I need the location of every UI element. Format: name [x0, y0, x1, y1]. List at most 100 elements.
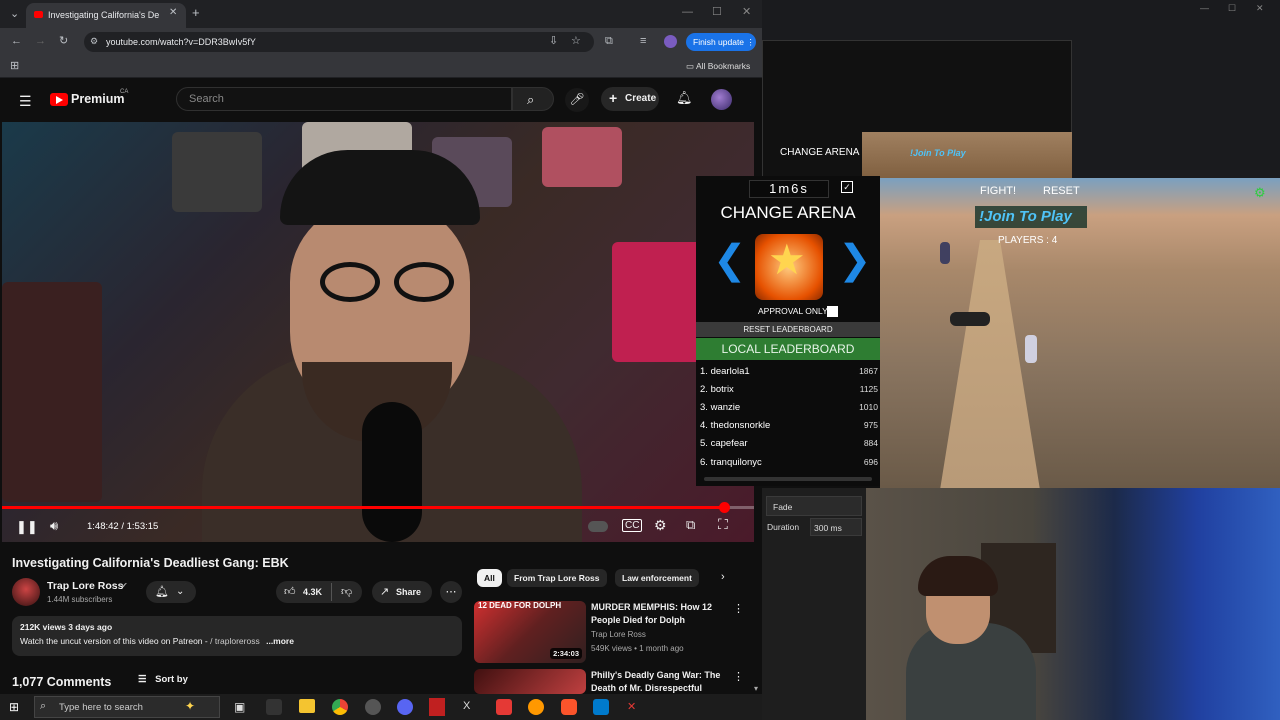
game-character [1025, 335, 1037, 363]
like-dislike-group[interactable]: 👍︎ 4.3K 👎︎ [276, 581, 362, 603]
reset-button[interactable]: RESET [1043, 185, 1080, 197]
youtube-premium-label[interactable]: Premium [71, 92, 125, 106]
fullscreen-icon[interactable]: ⛶ [718, 516, 728, 533]
autoplay-toggle[interactable] [588, 521, 608, 532]
voice-search-icon[interactable]: 🎤︎ [565, 88, 589, 112]
obs-close-icon[interactable]: ✕ [1256, 3, 1264, 14]
arrow-left-icon[interactable]: ❮ [713, 240, 747, 280]
vscode-icon[interactable] [593, 699, 609, 715]
kebab-menu-icon[interactable]: ⋮ [733, 602, 744, 615]
chevron-right-icon[interactable]: › [721, 571, 725, 583]
glasses-left [320, 262, 380, 302]
more-actions-icon[interactable]: ⋯ [440, 581, 462, 603]
windows-start-icon[interactable]: ⊞ [9, 700, 19, 714]
scroll-down-icon[interactable]: ▾ [754, 684, 758, 693]
install-icon[interactable]: ⇩ [549, 36, 558, 47]
miniplayer-icon[interactable]: ⧉ [686, 517, 695, 533]
leaderboard-row: 3. wanzie 1010 [700, 402, 878, 413]
obs-minimize-icon[interactable]: — [1200, 3, 1209, 13]
captions-icon[interactable]: CC [622, 519, 643, 532]
address-bar[interactable]: ⚙ youtube.com/watch?v=DDR3BwIv5fY [84, 32, 594, 52]
tab-search-icon[interactable]: ⌄ [10, 9, 19, 20]
channel-avatar[interactable] [12, 578, 40, 606]
minimize-icon[interactable]: — [682, 7, 693, 18]
recommendation-thumbnail[interactable]: 12 DEAD FOR DOLPH 2:34:03 [474, 601, 586, 663]
change-arena-title: CHANGE ARENA [720, 203, 856, 222]
blender-icon[interactable] [528, 699, 544, 715]
progress-scrubber[interactable] [718, 502, 730, 513]
site-info-icon[interactable]: ⚙ [90, 37, 98, 46]
finish-update-button[interactable]: Finish update ⋮ [686, 33, 756, 51]
app-icon[interactable] [496, 699, 512, 715]
create-button[interactable]: + Create [601, 87, 659, 111]
channel-name[interactable]: Trap Lore Ross [47, 580, 123, 592]
discord-icon[interactable] [397, 699, 413, 715]
share-button[interactable]: ↗ Share [372, 581, 432, 603]
app-icon[interactable]: ✕ [627, 700, 636, 713]
recommendation-thumbnail[interactable] [474, 669, 586, 694]
divider [331, 583, 332, 601]
chip-law-enforcement[interactable]: Law enforcement [615, 569, 699, 587]
search-button[interactable]: ⌕ [512, 87, 554, 111]
search-icon: ⌕ [527, 92, 535, 107]
duration-input[interactable]: 300 ms [810, 518, 862, 536]
hamburger-menu-icon[interactable]: ☰ [19, 93, 32, 110]
new-tab-icon[interactable]: + [192, 6, 200, 19]
all-bookmarks-button[interactable]: ▭ All Bookmarks [686, 61, 750, 72]
youtube-logo-icon[interactable] [50, 93, 68, 106]
forward-icon[interactable]: → [35, 36, 46, 47]
media-icon[interactable]: ≡ [640, 36, 646, 47]
recommendation-title[interactable]: MURDER MEMPHIS: How 12 People Died for D… [591, 601, 723, 627]
settings-gear-icon[interactable]: ⚙ [1254, 185, 1266, 201]
browser-tab[interactable]: Investigating California's De [26, 3, 186, 28]
window-close-icon[interactable]: ✕ [742, 7, 751, 18]
video-player[interactable] [2, 122, 754, 542]
notifications-bell-icon[interactable]: 🔔︎ [676, 90, 693, 106]
leaderboard-scrollbar[interactable] [704, 477, 872, 481]
bookmark-star-icon[interactable]: ☆ [571, 36, 581, 47]
approval-only-checkbox[interactable] [827, 306, 838, 317]
extensions-icon[interactable]: ⧉ [605, 36, 613, 47]
chrome-icon[interactable] [332, 699, 348, 715]
chip-all[interactable]: All [477, 569, 502, 587]
back-icon[interactable]: ← [11, 36, 22, 47]
arrow-right-icon[interactable]: ❯ [838, 240, 872, 280]
apps-grid-icon[interactable]: ⊞ [10, 61, 19, 72]
recommendation-channel[interactable]: Trap Lore Ross [591, 629, 646, 641]
kebab-menu-icon[interactable]: ⋮ [733, 670, 744, 683]
pause-icon[interactable]: ❚❚ [16, 519, 38, 535]
reload-icon[interactable]: ↻ [59, 36, 68, 47]
obs-maximize-icon[interactable]: ☐ [1228, 3, 1236, 14]
reset-leaderboard-button[interactable]: RESET LEADERBOARD [696, 322, 880, 337]
app-icon[interactable] [429, 698, 445, 716]
app-icon[interactable] [266, 699, 282, 715]
tab-close-icon[interactable]: ✕ [169, 8, 177, 18]
settings-gear-icon[interactable]: ⚙ [654, 517, 667, 534]
task-view-icon[interactable]: ▣ [234, 700, 245, 714]
sparkle-icon: ✦ [185, 699, 196, 713]
sort-by-button[interactable]: ☰ Sort by [138, 674, 188, 685]
volume-icon[interactable]: 🔊︎ [50, 518, 58, 534]
recommendation-title[interactable]: Philly's Deadly Gang War: The Death of M… [591, 669, 723, 695]
share-label: Share [396, 587, 422, 597]
thumbs-down-icon[interactable]: 👎︎ [341, 585, 352, 598]
bookmarks-bar [0, 56, 762, 78]
timer-checkbox[interactable]: ✓ [841, 181, 853, 193]
fight-button[interactable]: FIGHT! [980, 185, 1016, 197]
brave-icon[interactable] [561, 699, 577, 715]
account-avatar[interactable] [711, 89, 732, 110]
file-explorer-icon[interactable] [299, 699, 315, 713]
app-icon[interactable]: X [463, 700, 470, 712]
profile-icon[interactable] [664, 35, 677, 48]
youtube-favicon-icon [34, 11, 43, 18]
description-box[interactable]: 212K views 3 days ago Watch the uncut ve… [12, 616, 462, 656]
chip-from-channel[interactable]: From Trap Lore Ross [507, 569, 607, 587]
maximize-icon[interactable]: ☐ [712, 7, 722, 18]
patreon-link[interactable]: / traploreross [210, 636, 260, 646]
app-icon[interactable] [365, 699, 381, 715]
show-more-link[interactable]: ...more [266, 636, 294, 646]
subscription-bell-button[interactable]: 🔔︎ ⌄ [146, 581, 196, 603]
transition-select[interactable]: Fade [766, 496, 862, 516]
thumbs-up-icon[interactable]: 👍︎ [284, 585, 296, 598]
search-input[interactable]: Search [176, 87, 512, 111]
